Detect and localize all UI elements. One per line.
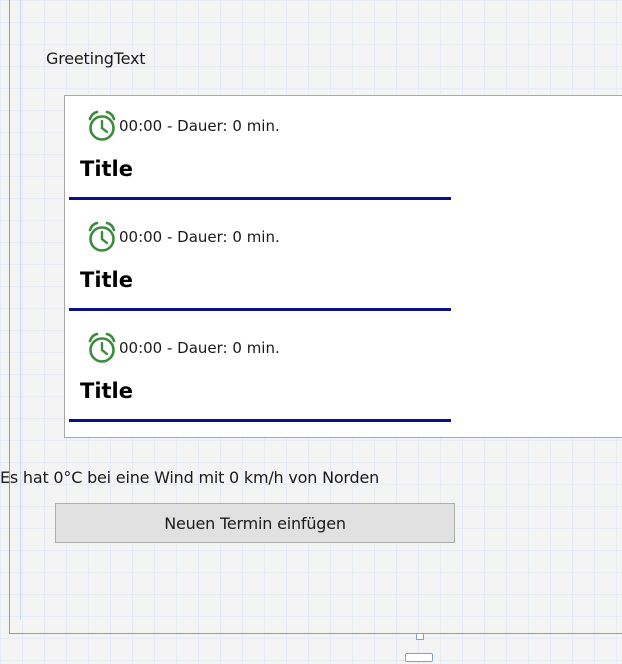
alarm-clock-icon [88, 110, 116, 141]
appointment-time: 00:00 - Dauer: 0 min. [119, 339, 280, 357]
appointment-time: 00:00 - Dauer: 0 min. [119, 228, 280, 246]
add-appointment-button[interactable]: Neuen Termin einfügen [55, 503, 455, 543]
appointment-separator [69, 197, 451, 200]
appointments-list[interactable]: 00:00 - Dauer: 0 min. Title 00:00 - Daue… [64, 95, 622, 438]
appointment-item[interactable]: 00:00 - Dauer: 0 min. Title [65, 207, 455, 311]
appointment-title: Title [80, 379, 134, 403]
appointment-meta: 00:00 - Dauer: 0 min. [85, 219, 280, 255]
designer-surface: GreetingText 00:00 - Dauer: 0 min. Title [0, 0, 622, 664]
appointment-title: Title [80, 268, 134, 292]
window-frame-bottom-edge [9, 633, 622, 634]
appointment-separator [69, 308, 451, 311]
alarm-clock-icon [88, 221, 116, 252]
appointment-item[interactable]: 00:00 - Dauer: 0 min. Title [65, 96, 455, 200]
appointment-separator [69, 419, 451, 422]
appointment-title: Title [80, 157, 134, 181]
resize-grip[interactable] [416, 634, 424, 640]
window-frame-left-edge [9, 0, 10, 634]
appointment-time: 00:00 - Dauer: 0 min. [119, 117, 280, 135]
resize-handle[interactable] [405, 653, 433, 662]
greeting-label: GreetingText [46, 49, 146, 68]
designer-guide-line [20, 0, 21, 620]
appointment-meta: 00:00 - Dauer: 0 min. [85, 330, 280, 366]
appointment-meta: 00:00 - Dauer: 0 min. [85, 108, 280, 144]
weather-label: Es hat 0°C bei eine Wind mit 0 km/h von … [0, 468, 380, 487]
appointment-item[interactable]: 00:00 - Dauer: 0 min. Title [65, 318, 455, 422]
alarm-clock-icon [88, 332, 116, 363]
